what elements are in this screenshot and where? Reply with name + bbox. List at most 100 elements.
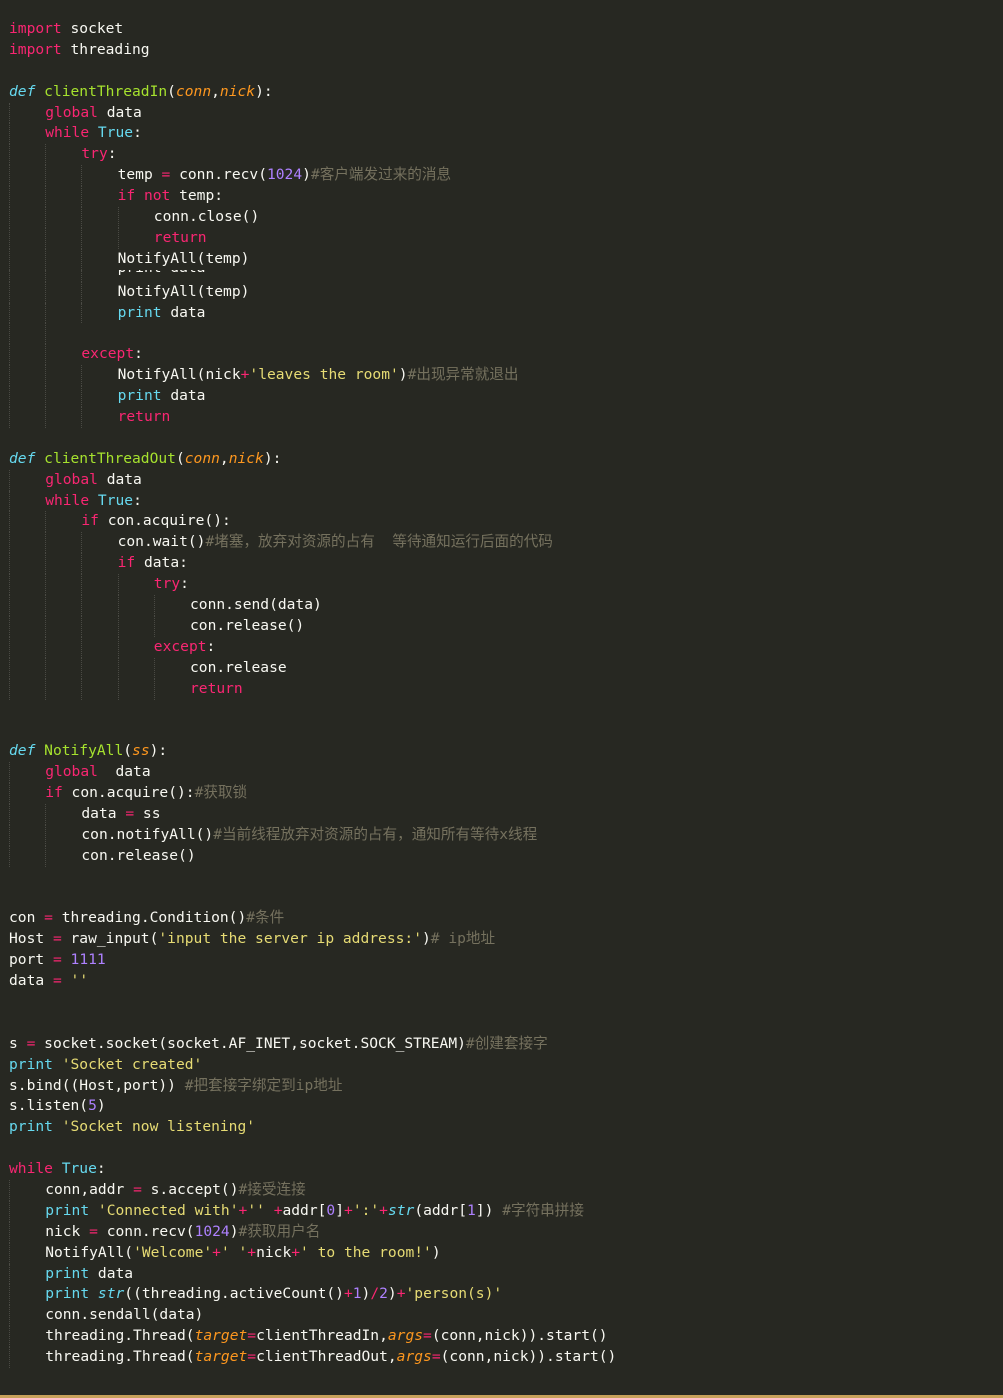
code-line[interactable]: conn.sendall(data)	[0, 1305, 1003, 1327]
code-token: +	[396, 1285, 406, 1303]
code-line[interactable]	[0, 867, 1003, 888]
code-line[interactable]: global data	[0, 469, 1003, 491]
code-line[interactable]: s.bind((Host,port)) #把套接字绑定到ip地址	[0, 1076, 1003, 1097]
code-token: if	[117, 187, 136, 205]
code-line[interactable]: print data	[0, 269, 1003, 282]
code-line[interactable]: import socket	[0, 19, 1003, 40]
code-line[interactable]: except:	[0, 344, 1003, 366]
indent-guide	[81, 302, 83, 324]
code-line[interactable]	[0, 992, 1003, 1013]
code-line[interactable]: print 'Socket created'	[0, 1055, 1003, 1076]
code-line[interactable]: threading.Thread(target=clientThreadIn,a…	[0, 1326, 1003, 1348]
code-line[interactable]: NotifyAll(nick+'leaves the room')#出现异常就退…	[0, 365, 1003, 387]
code-line[interactable]: import threading	[0, 40, 1003, 61]
code-line[interactable]: print str((threading.activeCount()+1)/2)…	[0, 1284, 1003, 1306]
code-token: if	[81, 512, 99, 530]
code-line[interactable]	[0, 1138, 1003, 1159]
code-line[interactable]: con.wait()#堵塞，放弃对资源的占有 等待通知运行后面的代码	[0, 532, 1003, 554]
code-token: data	[161, 303, 206, 321]
code-editor[interactable]: import socket import threading def clientT…	[0, 0, 1003, 1398]
code-line[interactable]: temp = conn.recv(1024)#客户端发过来的消息	[0, 165, 1003, 187]
code-line[interactable]	[0, 888, 1003, 909]
code-line[interactable]: con.release()	[0, 845, 1003, 867]
code-line[interactable]: s.listen(5)	[0, 1096, 1003, 1117]
code-line[interactable]: port = 1111	[0, 950, 1003, 971]
code-line[interactable]: data = ss	[0, 803, 1003, 825]
code-line[interactable]: threading.Thread(target=clientThreadOut,…	[0, 1347, 1003, 1368]
code-line[interactable]: try:	[0, 574, 1003, 596]
code-line-content: print data	[9, 270, 1003, 279]
code-line[interactable]: if not temp:	[0, 186, 1003, 208]
code-line[interactable]: con = threading.Condition()#条件	[0, 908, 1003, 929]
code-line[interactable]: if con.acquire():#获取锁	[0, 783, 1003, 804]
code-token: target	[194, 1327, 248, 1345]
code-line[interactable]: print data	[0, 302, 1003, 324]
indent-guide	[9, 302, 10, 324]
indent-guide	[9, 845, 10, 867]
code-token: con	[9, 909, 45, 927]
code-line-content: return	[9, 408, 171, 425]
indent-guide	[153, 615, 155, 637]
code-line[interactable]: print data	[0, 386, 1003, 408]
code-line[interactable]: NotifyAll(temp)	[0, 248, 1003, 270]
code-line-content: con.notifyAll()#当前线程放弃对资源的占有，通知所有等待x线程	[9, 826, 537, 843]
code-line[interactable]	[0, 428, 1003, 449]
code-line[interactable]: con.release()	[0, 615, 1003, 637]
code-token: ':'	[352, 1201, 380, 1219]
code-line-content: return	[9, 680, 243, 697]
code-token: print	[45, 1201, 90, 1219]
indent-guide	[9, 386, 10, 408]
code-line[interactable]: conn.close()	[0, 207, 1003, 228]
code-line[interactable]: con.release	[0, 657, 1003, 679]
code-line[interactable]: con.notifyAll()#当前线程放弃对资源的占有，通知所有等待x线程	[0, 824, 1003, 846]
code-token: con.release()	[81, 846, 196, 864]
code-token: ):	[263, 449, 282, 467]
code-line[interactable]: return	[0, 227, 1003, 249]
code-line-content: NotifyAll('Welcome'+' '+nick+' to the ro…	[9, 1244, 440, 1261]
code-line[interactable]: print 'Socket now listening'	[0, 1117, 1003, 1138]
code-line[interactable]: Host = raw_input('input the server ip ad…	[0, 929, 1003, 950]
code-line[interactable]: try:	[0, 144, 1003, 166]
code-line[interactable]: return	[0, 407, 1003, 428]
indent-guide	[9, 207, 10, 228]
code-line[interactable]: print 'Connected with'+'' +addr[0]+':'+s…	[0, 1200, 1003, 1222]
code-line[interactable]: nick = conn.recv(1024)#获取用户名	[0, 1221, 1003, 1243]
indent-guide	[117, 595, 119, 616]
code-line[interactable]: s = socket.socket(socket.AF_INET,socket.…	[0, 1034, 1003, 1055]
code-line[interactable]	[0, 720, 1003, 741]
code-line[interactable]: data = ''	[0, 971, 1003, 992]
code-token: while	[9, 1160, 53, 1178]
code-line[interactable]	[0, 323, 1003, 345]
code-token: print	[9, 1118, 53, 1136]
code-line[interactable]: return	[0, 678, 1003, 700]
code-token: )	[421, 930, 431, 948]
code-line[interactable]: conn,addr = s.accept()#接受连接	[0, 1179, 1003, 1201]
code-line[interactable]	[0, 700, 1003, 721]
code-line[interactable]: NotifyAll(temp)	[0, 281, 1003, 303]
code-line[interactable]: def NotifyAll(ss):	[0, 741, 1003, 762]
code-line[interactable]	[0, 61, 1003, 82]
code-line[interactable]: global data	[0, 762, 1003, 784]
code-token: global	[45, 470, 98, 488]
code-line[interactable]: global data	[0, 102, 1003, 124]
code-token: conn.close()	[153, 208, 260, 226]
code-line[interactable]: print data	[0, 1263, 1003, 1285]
code-line[interactable]	[0, 1013, 1003, 1034]
indent-guide	[81, 407, 83, 428]
code-token: (conn,nick)).start()	[440, 1348, 617, 1366]
code-line[interactable]: def clientThreadIn(conn,nick):	[0, 82, 1003, 103]
indent-guide	[81, 678, 83, 700]
code-line[interactable]: while True:	[0, 490, 1003, 512]
code-line[interactable]: except:	[0, 636, 1003, 658]
code-line[interactable]: while True:	[0, 1159, 1003, 1180]
code-line[interactable]: if con.acquire():	[0, 511, 1003, 533]
code-line[interactable]: while True:	[0, 123, 1003, 145]
code-line[interactable]: NotifyAll('Welcome'+' '+nick+' to the ro…	[0, 1242, 1003, 1264]
code-token: data	[161, 387, 206, 405]
code-line[interactable]: def clientThreadOut(conn,nick):	[0, 449, 1003, 470]
code-line[interactable]: conn.send(data)	[0, 595, 1003, 616]
code-token: :	[133, 124, 142, 142]
code-line[interactable]: if data:	[0, 553, 1003, 575]
code-token: print	[117, 303, 162, 321]
